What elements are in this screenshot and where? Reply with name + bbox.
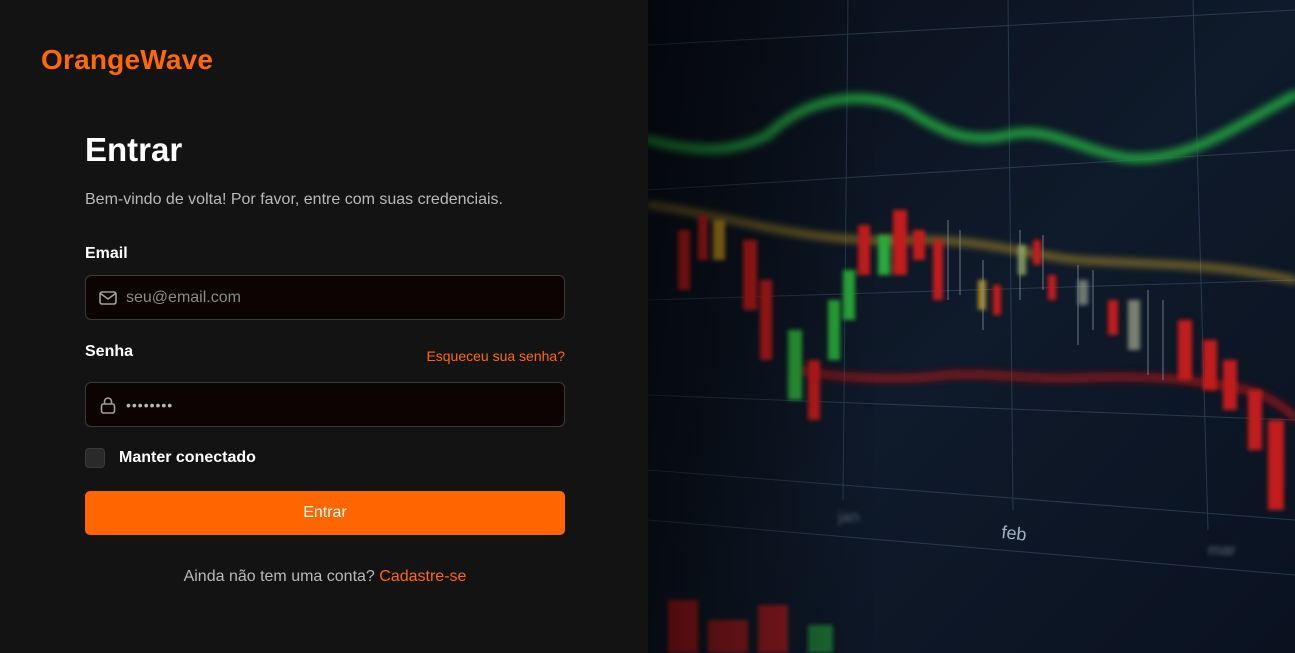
password-input[interactable]: •••••••• [126, 397, 173, 413]
page-subtitle: Bem-vindo de volta! Por favor, entre com… [85, 191, 503, 208]
login-panel: OrangeWave Entrar Bem-vindo de volta! Po… [0, 0, 648, 653]
lock-icon [98, 395, 118, 415]
signup-prompt: Ainda não tem uma conta? Cadastre-se [85, 568, 565, 586]
signup-link[interactable]: Cadastre-se [379, 568, 466, 585]
email-field-wrapper [85, 275, 565, 320]
remember-me: Manter conectado [85, 448, 256, 468]
mail-icon [98, 288, 118, 308]
email-label: Email [85, 245, 128, 262]
login-button[interactable]: Entrar [85, 491, 565, 535]
forgot-password-link[interactable]: Esqueceu sua senha? [426, 348, 565, 364]
email-input[interactable] [126, 276, 564, 319]
signup-text: Ainda não tem uma conta? [183, 568, 375, 585]
chart-background-image: feb mar jan [648, 0, 1295, 653]
login-form: Entrar Bem-vindo de volta! Por favor, en… [85, 130, 565, 585]
axis-label-blurred: mar [1208, 542, 1236, 559]
hero-image: feb mar jan [648, 0, 1295, 653]
axis-label: feb [1001, 522, 1028, 545]
login-page: OrangeWave Entrar Bem-vindo de volta! Po… [0, 0, 1295, 653]
page-title: Entrar [85, 131, 183, 168]
password-label: Senha [85, 343, 134, 360]
password-field[interactable]: •••••••• [85, 382, 565, 427]
remember-label[interactable]: Manter conectado [119, 449, 256, 467]
remember-checkbox[interactable] [85, 448, 105, 468]
axis-label-blurred: jan [837, 509, 859, 526]
brand-logo[interactable]: OrangeWave [41, 44, 213, 76]
